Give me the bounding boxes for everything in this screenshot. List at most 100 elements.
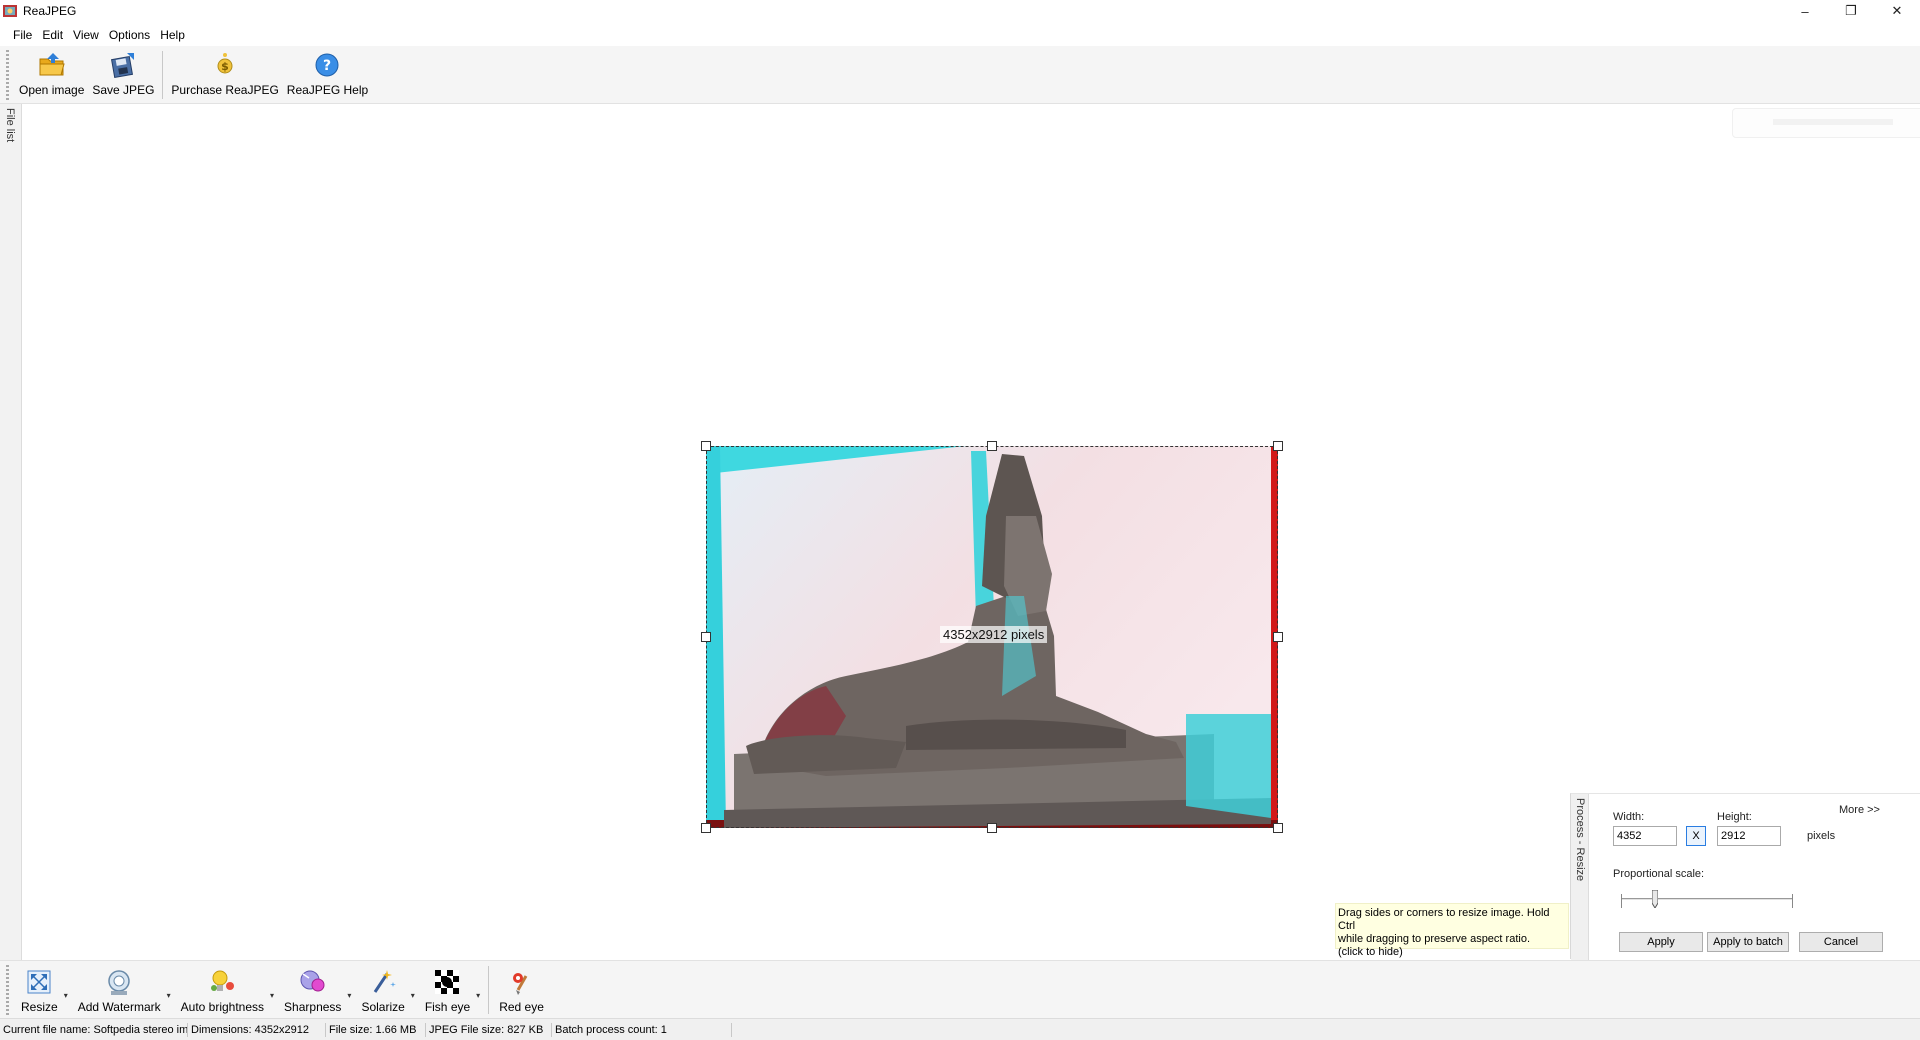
status-bar: Current file name: Softpedia stereo im D… — [0, 1018, 1920, 1040]
solarize-dropdown-arrow[interactable]: ▾ — [411, 961, 415, 1019]
svg-text:?: ? — [323, 58, 331, 74]
file-list-tab-label[interactable]: File list — [4, 108, 16, 142]
svg-text:$: $ — [221, 60, 229, 73]
resize-handle-bottom-left[interactable] — [701, 823, 711, 833]
height-input[interactable] — [1717, 826, 1781, 846]
open-folder-icon — [39, 53, 65, 76]
help-question-icon: ? — [315, 53, 339, 77]
red-eye-label: Red eye — [499, 1000, 544, 1014]
resize-arrows-icon — [27, 970, 51, 994]
width-input[interactable] — [1613, 826, 1677, 846]
resize-handle-top-left[interactable] — [701, 441, 711, 451]
status-file-name: Current file name: Softpedia stereo im — [0, 1022, 188, 1037]
save-jpeg-label: Save JPEG — [92, 83, 155, 97]
apply-button[interactable]: Apply — [1619, 932, 1703, 952]
fish-eye-button[interactable]: Fish eye — [419, 961, 476, 1019]
red-eye-button[interactable]: Red eye — [493, 961, 550, 1019]
more-link[interactable]: More >> — [1839, 804, 1880, 816]
height-label: Height: — [1717, 811, 1752, 823]
cancel-button[interactable]: Cancel — [1799, 932, 1883, 952]
resize-handle-left[interactable] — [701, 632, 711, 642]
toolbar-separator — [162, 51, 164, 99]
sharpness-label: Sharpness — [284, 1000, 342, 1014]
close-button[interactable]: ✕ — [1874, 0, 1920, 22]
save-jpeg-button[interactable]: Save JPEG — [88, 46, 158, 104]
help-button[interactable]: ? ReaJPEG Help — [283, 46, 372, 104]
effects-toolbar-grip[interactable] — [6, 965, 9, 1015]
hint-line-1: Drag sides or corners to resize image. H… — [1338, 907, 1550, 932]
process-tab-label[interactable]: Process - Resize — [1574, 798, 1586, 881]
width-label: Width: — [1613, 811, 1645, 823]
window-title: ReaJPEG — [23, 4, 77, 18]
app-icon — [3, 5, 17, 17]
dollar-icon: $ — [217, 53, 233, 74]
open-image-label: Open image — [19, 83, 85, 97]
add-watermark-label: Add Watermark — [77, 1000, 161, 1014]
auto-brightness-button[interactable]: Auto brightness — [175, 961, 270, 1019]
proportional-scale-thumb[interactable] — [1652, 890, 1659, 908]
menu-view[interactable]: View — [68, 28, 104, 42]
process-resize-panel: Process - Resize More >> Width: Height: … — [1570, 793, 1920, 960]
resize-handle-right[interactable] — [1273, 632, 1283, 642]
watermark-stamp-icon — [108, 970, 130, 995]
resize-handle-top-right[interactable] — [1273, 441, 1283, 451]
menu-edit[interactable]: Edit — [37, 28, 68, 42]
proportional-scale-track[interactable] — [1621, 898, 1793, 901]
effects-separator — [488, 966, 490, 1014]
process-panel-tab[interactable]: Process - Resize — [1571, 794, 1589, 960]
main-toolbar: Open image Save JPEG $ Purchase ReaJPEG … — [0, 46, 1920, 104]
image-frame[interactable]: 4352x2912 pixels — [701, 441, 1283, 833]
resize-tool-button[interactable]: Resize — [15, 961, 64, 1019]
menu-options[interactable]: Options — [104, 28, 155, 42]
minimize-button[interactable]: – — [1782, 0, 1828, 22]
brightness-dropdown-arrow[interactable]: ▾ — [270, 961, 274, 1019]
add-watermark-button[interactable]: Add Watermark — [72, 961, 167, 1019]
fish-eye-label: Fish eye — [424, 1000, 471, 1014]
open-image-button[interactable]: Open image — [15, 46, 88, 104]
menu-bar: File Edit View Options Help — [0, 24, 1920, 46]
resize-hint-tooltip[interactable]: Drag sides or corners to resize image. H… — [1335, 903, 1569, 958]
red-eye-brush-icon — [512, 973, 527, 995]
help-label: ReaJPEG Help — [286, 83, 369, 97]
sharpness-button[interactable]: Sharpness — [278, 961, 347, 1019]
solarize-button[interactable]: Solarize — [355, 961, 410, 1019]
slider-tick-min — [1621, 894, 1622, 908]
save-disk-icon — [111, 53, 135, 79]
resize-label: Resize — [21, 1000, 58, 1014]
purchase-label: Purchase ReaJPEG — [171, 83, 279, 97]
resize-handle-bottom-right[interactable] — [1273, 823, 1283, 833]
title-bar: ReaJPEG – ❐ ✕ — [0, 0, 1920, 22]
watermark-dropdown-arrow[interactable]: ▾ — [167, 961, 171, 1019]
aspect-lock-toggle[interactable]: X — [1686, 826, 1706, 846]
hint-line-2: while dragging to preserve aspect ratio. — [1338, 933, 1530, 945]
status-jpeg-file-size: JPEG File size: 827 KB — [426, 1022, 552, 1037]
fish-eye-dropdown-arrow[interactable]: ▾ — [476, 961, 480, 1019]
menu-help[interactable]: Help — [155, 28, 190, 42]
light-bulb-icon — [211, 970, 235, 991]
proportional-scale-label: Proportional scale: — [1613, 868, 1705, 880]
purchase-button[interactable]: $ Purchase ReaJPEG — [167, 46, 282, 104]
status-file-size: File size: 1.66 MB — [326, 1022, 426, 1037]
solarize-wand-icon — [373, 970, 397, 993]
resize-handle-top[interactable] — [987, 441, 997, 451]
effects-toolbar: Resize ▾ Add Watermark ▾ Auto brightness… — [0, 960, 1920, 1018]
auto-brightness-label: Auto brightness — [180, 1000, 265, 1014]
units-label: pixels — [1807, 830, 1836, 842]
menu-file[interactable]: File — [8, 28, 37, 42]
hint-line-3: (click to hide) — [1338, 946, 1403, 958]
restore-button[interactable]: ❐ — [1828, 0, 1874, 22]
sharpness-icon — [300, 970, 325, 992]
status-batch-count: Batch process count: 1 — [552, 1022, 732, 1037]
sharpness-dropdown-arrow[interactable]: ▾ — [347, 961, 351, 1019]
solarize-label: Solarize — [361, 1000, 405, 1014]
fish-eye-checker-icon — [435, 970, 460, 994]
toolbar-grip[interactable] — [6, 50, 9, 100]
apply-to-batch-button[interactable]: Apply to batch — [1707, 932, 1789, 952]
slider-tick-max — [1792, 894, 1793, 908]
zoom-widget-bar — [1773, 119, 1893, 125]
file-list-panel[interactable]: File list — [0, 104, 22, 960]
resize-dropdown-arrow[interactable]: ▾ — [64, 961, 68, 1019]
resize-handle-bottom[interactable] — [987, 823, 997, 833]
dimension-overlay-label: 4352x2912 pixels — [940, 626, 1048, 643]
zoom-widget[interactable] — [1732, 108, 1920, 138]
